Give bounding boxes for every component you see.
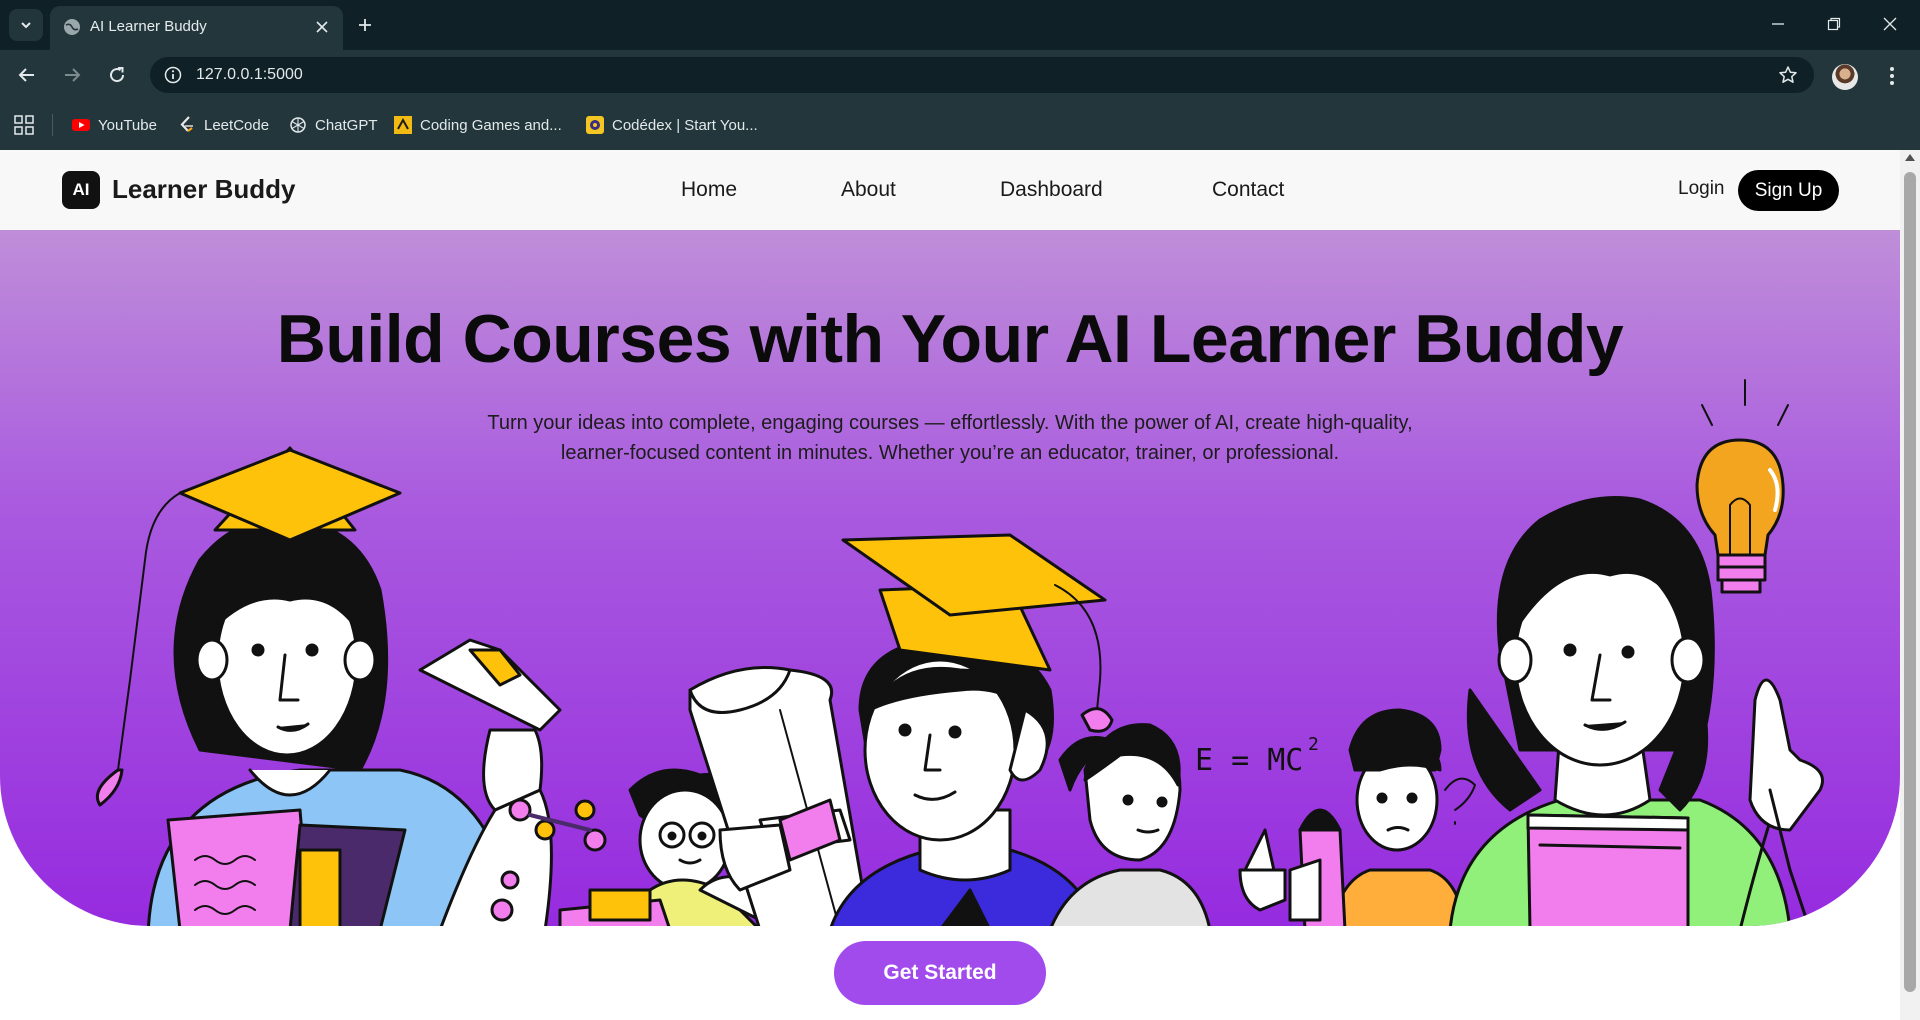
back-icon bbox=[18, 68, 34, 82]
formula-text: E = MC bbox=[1195, 743, 1303, 778]
reload-button[interactable] bbox=[102, 60, 132, 90]
close-icon bbox=[316, 21, 328, 33]
bookmark-label: YouTube bbox=[98, 116, 157, 134]
bookmark-codingame[interactable]: Coding Games and... bbox=[394, 113, 562, 137]
nav-dashboard[interactable]: Dashboard bbox=[1000, 178, 1103, 202]
hero-subtitle: Turn your ideas into complete, engaging … bbox=[487, 412, 1413, 464]
minimize-button[interactable] bbox=[1758, 8, 1798, 40]
browser-menu-button[interactable] bbox=[1880, 62, 1904, 90]
page-scrollbar[interactable] bbox=[1900, 150, 1920, 1020]
bookmark-leetcode[interactable]: LeetCode bbox=[178, 113, 269, 137]
new-tab-button[interactable] bbox=[352, 12, 378, 38]
forward-button[interactable] bbox=[57, 60, 87, 90]
minimize-icon bbox=[1772, 23, 1784, 25]
bookmark-chatgpt[interactable]: ChatGPT bbox=[289, 113, 378, 137]
tab-title: AI Learner Buddy bbox=[90, 18, 207, 35]
star-icon bbox=[1779, 66, 1797, 83]
bookmark-star-button[interactable] bbox=[1776, 63, 1800, 87]
bookmark-label: ChatGPT bbox=[315, 116, 378, 134]
close-window-button[interactable] bbox=[1870, 8, 1910, 40]
close-window-icon bbox=[1883, 17, 1897, 31]
tab-list-button[interactable] bbox=[9, 9, 43, 41]
bookmark-label: Codédex | Start You... bbox=[612, 116, 758, 134]
plus-icon bbox=[359, 19, 371, 31]
active-tab[interactable]: AI Learner Buddy bbox=[50, 6, 343, 50]
hero-section: E = MC 2 Build Courses with Your AI Lear… bbox=[0, 230, 1900, 926]
reload-icon bbox=[110, 67, 125, 83]
bookmark-label: Coding Games and... bbox=[420, 116, 562, 134]
youtube-icon bbox=[72, 119, 90, 131]
signup-button[interactable]: Sign Up bbox=[1738, 170, 1839, 211]
get-started-button[interactable]: Get Started bbox=[834, 941, 1046, 1005]
apps-icon[interactable] bbox=[14, 115, 34, 135]
graduate-boy-figure bbox=[829, 533, 1114, 926]
nav-about[interactable]: About bbox=[841, 178, 896, 202]
page-viewport: AI Learner Buddy Home About Dashboard Co… bbox=[0, 150, 1900, 1020]
browser-toolbar: 127.0.0.1:5000 bbox=[0, 50, 1920, 100]
nav-home[interactable]: Home bbox=[681, 178, 737, 202]
logo-badge[interactable]: AI bbox=[62, 171, 100, 209]
leetcode-icon bbox=[180, 116, 193, 132]
bookmark-codedex[interactable]: Codédex | Start You... bbox=[586, 113, 758, 137]
site-info-button[interactable] bbox=[162, 64, 184, 86]
address-bar[interactable]: 127.0.0.1:5000 bbox=[150, 57, 1814, 93]
chevron-down-icon bbox=[21, 22, 31, 29]
chatgpt-icon bbox=[290, 117, 306, 133]
bookmarks-separator bbox=[52, 114, 53, 136]
restore-button[interactable] bbox=[1814, 8, 1854, 40]
graduate-girl-figure bbox=[95, 446, 607, 926]
scroll-thumb[interactable] bbox=[1904, 172, 1916, 992]
bookmark-youtube[interactable]: YouTube bbox=[72, 113, 157, 137]
logo-text[interactable]: Learner Buddy bbox=[112, 174, 296, 205]
back-button[interactable] bbox=[12, 60, 42, 90]
forward-icon bbox=[65, 68, 81, 82]
browser-tab-bar: AI Learner Buddy bbox=[0, 0, 1920, 50]
profile-avatar[interactable] bbox=[1832, 64, 1858, 90]
close-tab-button[interactable] bbox=[311, 16, 333, 38]
girl-with-book-figure bbox=[1449, 496, 1824, 926]
info-icon bbox=[164, 66, 182, 84]
url-text[interactable]: 127.0.0.1:5000 bbox=[196, 66, 303, 84]
login-link[interactable]: Login bbox=[1678, 178, 1725, 200]
codedex-icon bbox=[586, 116, 604, 134]
hero-title: Build Courses with Your AI Learner Buddy bbox=[276, 301, 1624, 377]
pigtail-girl-figure bbox=[1050, 723, 1211, 926]
formula-superscript: 2 bbox=[1308, 734, 1319, 755]
site-navbar: AI Learner Buddy Home About Dashboard Co… bbox=[0, 150, 1900, 230]
scroll-up-arrow[interactable] bbox=[1905, 154, 1915, 161]
bookmark-label: LeetCode bbox=[204, 116, 270, 134]
restore-icon bbox=[1827, 17, 1841, 31]
bookmarks-bar: YouTube LeetCode ChatGPT Coding Games an… bbox=[0, 100, 1920, 150]
nav-contact[interactable]: Contact bbox=[1212, 178, 1284, 202]
codingame-icon bbox=[394, 116, 412, 134]
menu-dots-icon bbox=[1890, 67, 1894, 85]
globe-icon bbox=[64, 19, 80, 35]
lightbulb-figure bbox=[1695, 379, 1789, 594]
